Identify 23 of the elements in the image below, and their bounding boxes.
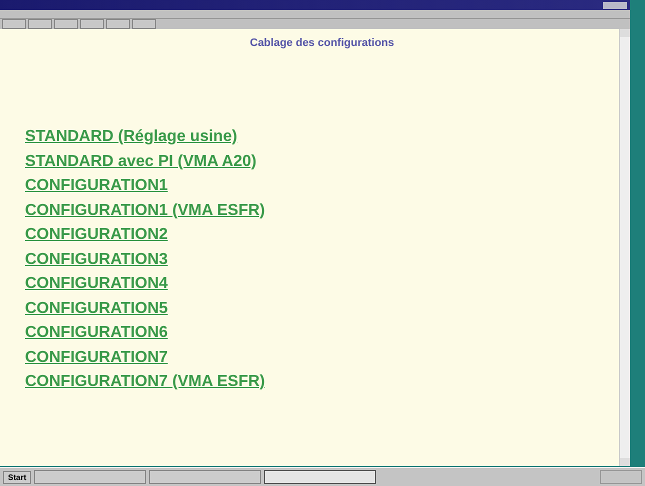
configuration-link[interactable]: CONFIGURATION3 bbox=[25, 250, 168, 270]
toolbar-button[interactable] bbox=[106, 19, 130, 29]
toolbar-button[interactable] bbox=[80, 19, 104, 29]
taskbar-button[interactable] bbox=[264, 470, 376, 484]
page-heading: Cablage des configurations bbox=[248, 37, 396, 49]
configuration-link[interactable]: CONFIGURATION1 bbox=[25, 176, 168, 196]
configuration-link[interactable]: CONFIGURATION7 bbox=[25, 348, 168, 368]
configuration-link[interactable]: STANDARD avec PI (VMA A20) bbox=[25, 152, 256, 172]
toolbar-button[interactable] bbox=[54, 19, 78, 29]
scrollbar[interactable] bbox=[619, 29, 630, 466]
clock-area bbox=[600, 470, 642, 484]
configuration-link[interactable]: STANDARD (Réglage usine) bbox=[25, 127, 238, 148]
configuration-link[interactable]: CONFIGURATION7 (VMA ESFR) bbox=[25, 372, 265, 392]
configuration-link[interactable]: CONFIGURATION1 (VMA ESFR) bbox=[25, 200, 265, 221]
toolbar-button[interactable] bbox=[132, 19, 156, 29]
start-button[interactable]: Start bbox=[3, 470, 32, 484]
toolbar-button[interactable] bbox=[28, 19, 52, 29]
toolbar-button[interactable] bbox=[2, 19, 26, 29]
window-buttons-icon[interactable] bbox=[603, 2, 627, 8]
configuration-link[interactable]: CONFIGURATION5 bbox=[25, 298, 168, 319]
configuration-link[interactable]: CONFIGURATION2 bbox=[25, 225, 168, 246]
configuration-link[interactable]: CONFIGURATION6 bbox=[25, 323, 168, 344]
configuration-link[interactable]: CONFIGURATION4 bbox=[25, 274, 168, 294]
